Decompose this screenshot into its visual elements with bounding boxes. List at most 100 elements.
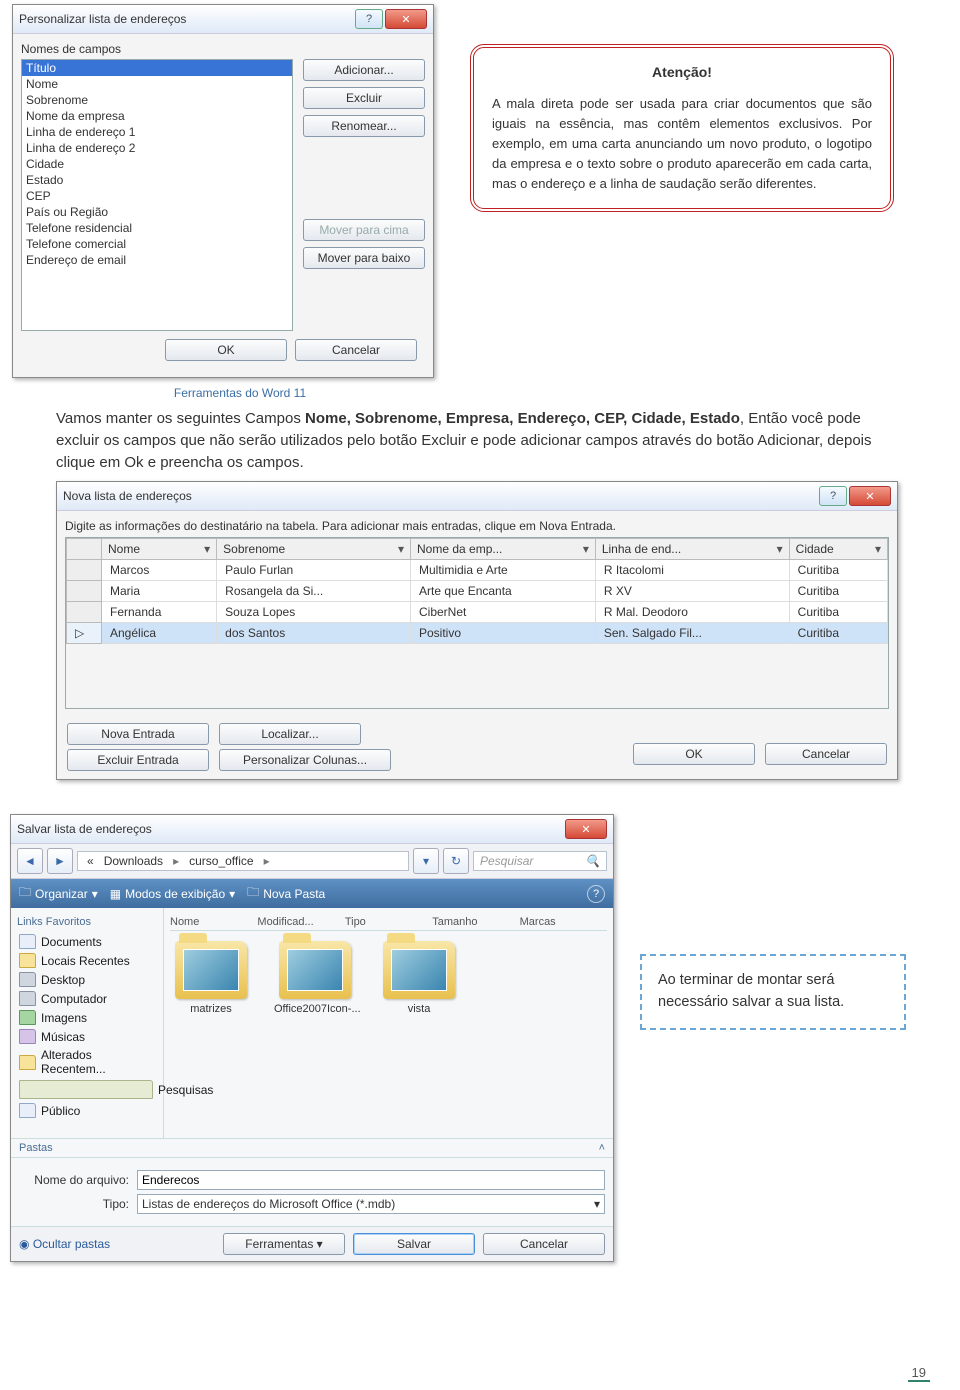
- table-cell[interactable]: Paulo Furlan: [217, 560, 411, 581]
- move-down-button[interactable]: Mover para baixo: [303, 247, 425, 269]
- list-item[interactable]: Sobrenome: [22, 92, 292, 108]
- table-cell[interactable]: Rosangela da Si...: [217, 581, 411, 602]
- table-cell[interactable]: Multimidia e Arte: [411, 560, 596, 581]
- table-cell[interactable]: R Mal. Deodoro: [595, 602, 789, 623]
- table-cell[interactable]: Sen. Salgado Fil...: [595, 623, 789, 644]
- sidebar-item[interactable]: Computador: [17, 989, 157, 1008]
- save-button[interactable]: Salvar: [353, 1233, 475, 1255]
- table-cell[interactable]: dos Santos: [217, 623, 411, 644]
- column-header[interactable]: Modificad...: [257, 916, 344, 928]
- column-header[interactable]: Sobrenome▾: [217, 539, 411, 560]
- table-row[interactable]: MarcosPaulo FurlanMultimidia e ArteR Ita…: [67, 560, 888, 581]
- table-cell[interactable]: Maria: [102, 581, 217, 602]
- column-header[interactable]: Nome da emp...▾: [411, 539, 596, 560]
- rename-button[interactable]: Renomear...: [303, 115, 425, 137]
- column-header[interactable]: Nome▾: [102, 539, 217, 560]
- table-row[interactable]: MariaRosangela da Si...Arte que EncantaR…: [67, 581, 888, 602]
- sidebar-item[interactable]: Público: [17, 1101, 157, 1120]
- cancel-button[interactable]: Cancelar: [765, 743, 887, 765]
- ok-button[interactable]: OK: [633, 743, 755, 765]
- list-item[interactable]: Linha de endereço 1: [22, 124, 292, 140]
- table-cell[interactable]: Curitiba: [789, 602, 887, 623]
- tools-menu[interactable]: Ferramentas ▾: [223, 1233, 345, 1255]
- help-button[interactable]: ?: [819, 486, 847, 506]
- table-row[interactable]: ▷Angélicados SantosPositivoSen. Salgado …: [67, 623, 888, 644]
- folder-item[interactable]: Office2007Icon-...: [274, 941, 356, 1015]
- list-item[interactable]: Nome: [22, 76, 292, 92]
- find-button[interactable]: Localizar...: [219, 723, 361, 745]
- column-header[interactable]: Tipo: [345, 916, 432, 928]
- dashed-tip: Ao terminar de montar será necessário sa…: [640, 954, 906, 1030]
- nav-fwd-button[interactable]: ►: [47, 848, 73, 874]
- table-cell[interactable]: Curitiba: [789, 560, 887, 581]
- cancel-button[interactable]: Cancelar: [483, 1233, 605, 1255]
- list-item[interactable]: Telefone comercial: [22, 236, 292, 252]
- chevron-up-icon[interactable]: ˄: [599, 1142, 605, 1154]
- column-header[interactable]: Cidade▾: [789, 539, 887, 560]
- list-item[interactable]: Estado: [22, 172, 292, 188]
- list-item[interactable]: País ou Região: [22, 204, 292, 220]
- column-header[interactable]: Nome: [170, 916, 257, 928]
- table-cell[interactable]: R Itacolomi: [595, 560, 789, 581]
- table-cell[interactable]: R XV: [595, 581, 789, 602]
- table-cell[interactable]: Curitiba: [789, 623, 887, 644]
- sidebar-item[interactable]: Pesquisas: [17, 1078, 157, 1101]
- sidebar-item[interactable]: Alterados Recentem...: [17, 1046, 157, 1078]
- table-row[interactable]: FernandaSouza LopesCiberNetR Mal. Deodor…: [67, 602, 888, 623]
- cancel-button[interactable]: Cancelar: [295, 339, 417, 361]
- delete-button[interactable]: Excluir: [303, 87, 425, 109]
- list-item[interactable]: Cidade: [22, 156, 292, 172]
- sidebar-item[interactable]: Desktop: [17, 970, 157, 989]
- search-input[interactable]: Pesquisar🔍: [473, 851, 607, 871]
- breadcrumb[interactable]: « Downloads▸ curso_office▸: [77, 851, 409, 871]
- column-header[interactable]: Linha de end...▾: [595, 539, 789, 560]
- help-icon[interactable]: ?: [587, 885, 605, 903]
- folders-toggle[interactable]: Pastas: [19, 1142, 53, 1154]
- views-menu[interactable]: ▦ Modos de exibição ▾: [110, 887, 235, 901]
- list-item[interactable]: CEP: [22, 188, 292, 204]
- new-entry-button[interactable]: Nova Entrada: [67, 723, 209, 745]
- new-folder-button[interactable]: 🗀 Nova Pasta: [247, 883, 325, 904]
- table-cell[interactable]: Marcos: [102, 560, 217, 581]
- folder-item[interactable]: matrizes: [170, 941, 252, 1015]
- table-cell[interactable]: Curitiba: [789, 581, 887, 602]
- filename-input[interactable]: [137, 1170, 605, 1190]
- list-item[interactable]: Título: [22, 60, 292, 76]
- dropdown-icon[interactable]: ▾: [413, 848, 439, 874]
- list-item[interactable]: Nome da empresa: [22, 108, 292, 124]
- page-number: 19: [908, 1365, 930, 1382]
- hide-folders-toggle[interactable]: ◉ Ocultar pastas: [19, 1237, 110, 1251]
- ok-button[interactable]: OK: [165, 339, 287, 361]
- table-cell[interactable]: CiberNet: [411, 602, 596, 623]
- table-cell[interactable]: Fernanda: [102, 602, 217, 623]
- table-cell[interactable]: Arte que Encanta: [411, 581, 596, 602]
- organize-menu[interactable]: 🗀 Organizar ▾: [19, 883, 98, 904]
- table-cell[interactable]: Positivo: [411, 623, 596, 644]
- table-cell[interactable]: Angélica: [102, 623, 217, 644]
- delete-entry-button[interactable]: Excluir Entrada: [67, 749, 209, 771]
- close-button[interactable]: ✕: [849, 486, 891, 506]
- customize-columns-button[interactable]: Personalizar Colunas...: [219, 749, 391, 771]
- refresh-icon[interactable]: ↻: [443, 848, 469, 874]
- field-names-listbox[interactable]: TítuloNomeSobrenomeNome da empresaLinha …: [21, 59, 293, 331]
- list-item[interactable]: Endereço de email: [22, 252, 292, 268]
- list-item[interactable]: Linha de endereço 2: [22, 140, 292, 156]
- column-header[interactable]: Marcas: [520, 916, 607, 928]
- sidebar-item[interactable]: Imagens: [17, 1008, 157, 1027]
- filetype-combo[interactable]: Listas de endereços do Microsoft Office …: [137, 1194, 605, 1214]
- help-button[interactable]: ?: [355, 9, 383, 29]
- folder-item[interactable]: vista: [378, 941, 460, 1015]
- column-header[interactable]: Tamanho: [432, 916, 519, 928]
- folder-icon: [19, 972, 36, 987]
- close-button[interactable]: ✕: [565, 819, 607, 839]
- list-item[interactable]: Telefone residencial: [22, 220, 292, 236]
- address-table[interactable]: Nome▾Sobrenome▾Nome da emp...▾Linha de e…: [66, 538, 888, 644]
- move-up-button[interactable]: Mover para cima: [303, 219, 425, 241]
- sidebar-item[interactable]: Músicas: [17, 1027, 157, 1046]
- table-cell[interactable]: Souza Lopes: [217, 602, 411, 623]
- close-button[interactable]: ✕: [385, 9, 427, 29]
- add-button[interactable]: Adicionar...: [303, 59, 425, 81]
- nav-back-button[interactable]: ◄: [17, 848, 43, 874]
- sidebar-item[interactable]: Documents: [17, 932, 157, 951]
- sidebar-item[interactable]: Locais Recentes: [17, 951, 157, 970]
